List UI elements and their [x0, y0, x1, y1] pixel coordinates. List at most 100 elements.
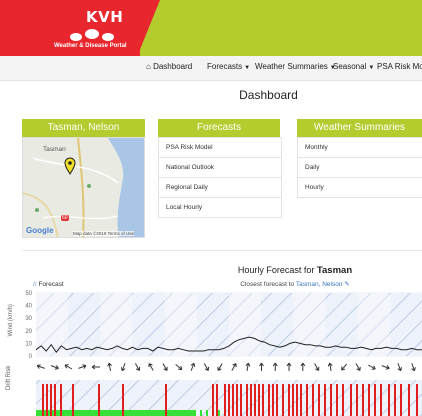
- y-tick-label: 30: [25, 316, 32, 322]
- wind-direction-arrow: [50, 365, 59, 370]
- wind-direction-arrow: [314, 363, 320, 371]
- drift-high-bar: [46, 384, 48, 416]
- summaries-list: Monthly Daily Hourly: [297, 137, 422, 198]
- wind-direction-arrow: [327, 362, 333, 372]
- forecast-title-location: Tasman: [316, 265, 353, 276]
- wind-direction-arrow: [162, 363, 168, 371]
- drift-high-bar: [380, 384, 382, 416]
- drift-high-bar: [350, 384, 352, 416]
- drift-high-bar: [318, 384, 320, 416]
- drift-high-bar: [122, 384, 124, 416]
- time-band: [357, 293, 390, 356]
- logo-subtitle: Weather & Disease Portal: [54, 43, 127, 49]
- forecasts-list-item[interactable]: National Outlook: [159, 157, 281, 177]
- drift-high-bar: [224, 384, 226, 416]
- map-pin-icon[interactable]: [64, 157, 76, 175]
- google-logo[interactable]: Google: [26, 226, 54, 235]
- summaries-list-item[interactable]: Daily: [298, 157, 422, 177]
- forecasts-list-item[interactable]: PSA Risk Model: [159, 137, 281, 157]
- drift-high-bar: [356, 384, 358, 416]
- location-map[interactable]: Tasman 60 Google Map data ©2019 Terms of…: [22, 137, 145, 238]
- wind-direction-arrow: [148, 363, 154, 371]
- nav-item-label: PSA Risk Mod: [377, 62, 422, 71]
- home-icon: ⌂: [146, 62, 151, 71]
- wind-direction-arrow: [272, 362, 278, 371]
- wind-direction-arrow: [217, 363, 223, 371]
- drift-high-bar: [292, 384, 294, 416]
- wind-direction-arrow: [107, 362, 112, 372]
- forecasts-list-item[interactable]: Local Hourly: [159, 197, 281, 217]
- drift-high-bar: [296, 384, 298, 416]
- drift-high-bar: [240, 384, 242, 416]
- drift-high-bar: [362, 384, 364, 416]
- drift-high-bar: [408, 384, 410, 416]
- drift-high-bar: [388, 384, 390, 416]
- time-band: [164, 293, 197, 356]
- drift-high-bar: [282, 384, 284, 416]
- drift-high-bar: [276, 384, 278, 416]
- y-tick-label: 20: [25, 329, 32, 335]
- nav-item-seasonal[interactable]: Seasonal ▼: [333, 62, 374, 71]
- caret-down-icon: ▼: [368, 65, 375, 71]
- section-divider: [22, 250, 422, 251]
- wind-direction-arrow: [190, 362, 196, 371]
- forecast-title: Hourly Forecast for Tasman: [170, 265, 420, 276]
- drift-low-tick: [200, 410, 202, 416]
- drift-high-bar: [232, 384, 234, 416]
- drift-high-bar: [254, 384, 256, 416]
- drift-high-bar: [288, 384, 290, 416]
- nav-item-weather-summaries[interactable]: Weather Summaries ▼: [255, 62, 336, 71]
- nav-item-label: Seasonal: [333, 62, 367, 71]
- drift-high-bar: [374, 384, 376, 416]
- wind-direction-arrow: [286, 362, 292, 371]
- nav-item-forecasts[interactable]: Forecasts ▼: [207, 62, 250, 71]
- caret-down-icon: ▼: [244, 65, 251, 71]
- nav-item-psa-risk-model[interactable]: PSA Risk Mod: [377, 62, 422, 71]
- drift-high-bar: [98, 384, 100, 416]
- drift-high-bar: [165, 384, 167, 416]
- wind-direction-arrow: [91, 364, 101, 370]
- drift-high-bar: [60, 384, 62, 416]
- drift-high-bar: [258, 384, 260, 416]
- drift-low-tick: [206, 410, 208, 416]
- drift-high-bar: [72, 384, 74, 416]
- wind-direction-arrow: [411, 363, 416, 372]
- wind-direction-arrow: [381, 365, 390, 370]
- nav-item-label: Forecasts: [207, 62, 243, 71]
- nav-item-label: Dashboard: [153, 62, 193, 71]
- wind-direction-arrow: [36, 364, 45, 369]
- map-graphic: [23, 138, 144, 237]
- y-tick-label: 40: [25, 304, 32, 310]
- wind-direction-arrow: [120, 363, 126, 372]
- drift-high-bar: [228, 384, 230, 416]
- wind-chart[interactable]: 0 10 20 30 40 50 Wind (km/h): [0, 287, 422, 375]
- wind-direction-arrow: [231, 363, 237, 371]
- map-attribution[interactable]: Map data ©2019 Terms of Use: [73, 231, 135, 236]
- drift-high-bar: [212, 384, 214, 416]
- drift-high-bar: [272, 384, 274, 416]
- forecasts-list: PSA Risk Model National Outlook Regional…: [158, 137, 282, 218]
- drift-high-bar: [312, 384, 314, 416]
- nav-item-dashboard[interactable]: ⌂ Dashboard: [146, 62, 192, 71]
- wind-direction-arrow: [245, 362, 251, 372]
- page-title: Dashboard: [239, 88, 298, 102]
- main-nav: ⌂ Dashboard Forecasts ▼ Weather Summaries…: [0, 56, 422, 81]
- logo-icon: [70, 29, 114, 41]
- drift-risk-chart[interactable]: [0, 380, 422, 416]
- summaries-list-item[interactable]: Monthly: [298, 137, 422, 157]
- logo-text[interactable]: KVH: [86, 8, 123, 26]
- wind-direction-arrow: [300, 362, 306, 371]
- summaries-list-item[interactable]: Hourly: [298, 177, 422, 197]
- forecasts-list-item[interactable]: Regional Daily: [159, 177, 281, 197]
- drift-high-bar: [246, 384, 248, 416]
- map-place-label: Tasman: [43, 146, 66, 153]
- wind-direction-arrow: [203, 363, 210, 371]
- drift-high-bar: [342, 384, 344, 416]
- drift-high-bar: [250, 384, 252, 416]
- y-tick-label: 10: [25, 341, 32, 347]
- time-band: [293, 293, 326, 356]
- drift-high-bar: [330, 384, 332, 416]
- nav-item-label: Weather Summaries: [255, 62, 328, 71]
- forecasts-card-title: Forecasts: [158, 119, 280, 137]
- drift-high-bar: [400, 384, 402, 416]
